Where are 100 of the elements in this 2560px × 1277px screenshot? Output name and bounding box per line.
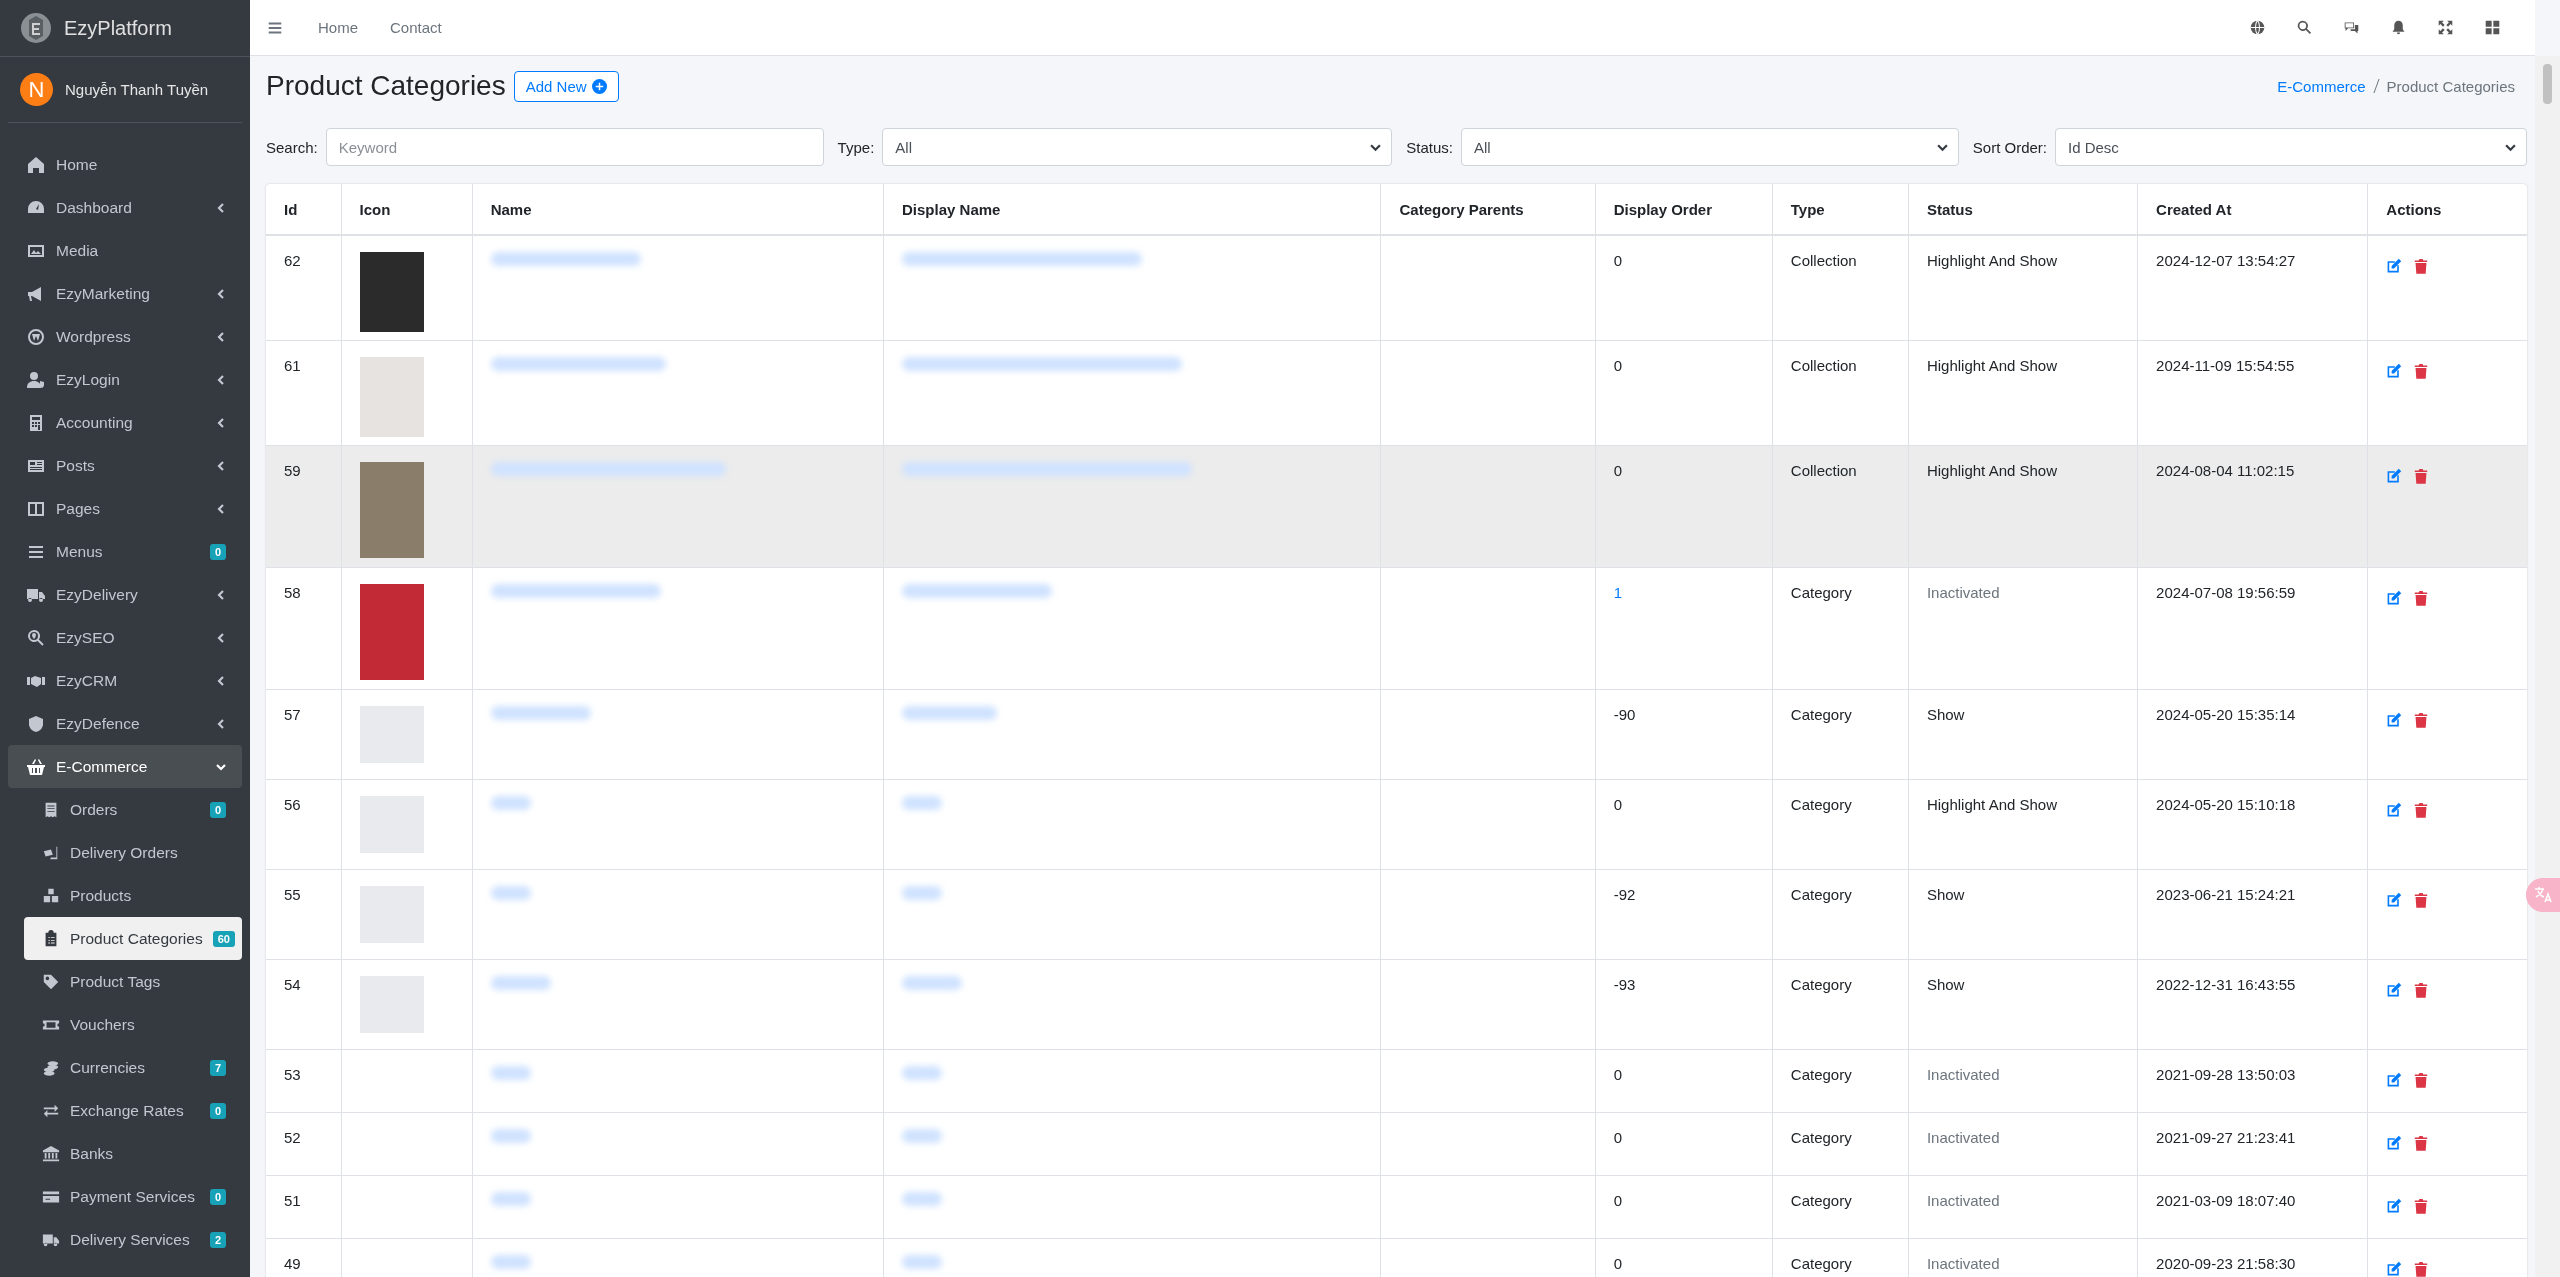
table-cell: 2021-03-09 18:07:40	[2137, 1175, 2368, 1238]
table-row[interactable]: 61 0 Collection Highlight And Show 2024-11-09 15:54:55	[266, 340, 2527, 445]
sidebar-item[interactable]: Pages	[8, 487, 242, 530]
table-row[interactable]: 52 0 Category Inactivated 2021-09-27 21:23:41	[266, 1112, 2527, 1175]
edit-icon[interactable]	[2386, 467, 2403, 484]
trash-icon[interactable]	[2414, 711, 2429, 728]
edit-icon[interactable]	[2386, 891, 2403, 908]
edit-icon[interactable]	[2386, 1071, 2403, 1088]
sidebar-item[interactable]: Home	[8, 143, 242, 186]
sidebar-item[interactable]: Posts	[8, 444, 242, 487]
caret-icon	[216, 632, 226, 643]
column-header: Id	[266, 184, 342, 235]
trash-icon[interactable]	[2414, 1197, 2429, 1214]
edit-icon[interactable]	[2386, 1197, 2403, 1214]
table-cell: -92	[1595, 869, 1773, 959]
filter-label: Status:	[1406, 138, 1453, 156]
sidebar-subitem[interactable]: Banks	[24, 1132, 242, 1175]
user-name[interactable]: Nguyễn Thanh Tuyền	[65, 81, 209, 98]
bell-icon[interactable]	[2390, 19, 2407, 36]
table-cell: 62	[266, 235, 342, 340]
select-field[interactable]: All	[1460, 128, 1959, 166]
sidebar-subitem[interactable]: Delivery Orders	[24, 831, 242, 874]
sidebar-subitem[interactable]: Payment Services 0	[24, 1175, 242, 1218]
sidebar-item[interactable]: EzyCRM	[8, 659, 242, 702]
trash-icon[interactable]	[2414, 1260, 2429, 1277]
table-cell: 2024-11-09 15:54:55	[2137, 340, 2368, 445]
trash-icon[interactable]	[2414, 1134, 2429, 1151]
sidebar-item[interactable]: Media	[8, 229, 242, 272]
sidebar-subitem[interactable]: Orders 0	[24, 788, 242, 831]
nav-link[interactable]: Contact	[374, 19, 458, 36]
table-row[interactable]: 57 -90 Category Show 2024-05-20 15:35:14	[266, 689, 2527, 779]
sidebar-item[interactable]: Menus 0	[8, 530, 242, 573]
sidebar-subitem[interactable]: Product Categories 60	[24, 917, 242, 960]
sidebar-subitem[interactable]: Exchange Rates 0	[24, 1089, 242, 1132]
caret-icon	[216, 589, 226, 600]
sidebar-subitem[interactable]: Currencies 7	[24, 1046, 242, 1089]
search-field[interactable]: Keyword	[325, 128, 824, 166]
sidebar-subitem[interactable]: Products	[24, 874, 242, 917]
edit-icon[interactable]	[2386, 589, 2403, 606]
column-header: Status	[1908, 184, 2138, 235]
table-cell: 49	[266, 1238, 342, 1277]
trash-icon[interactable]	[2414, 362, 2429, 379]
sidebar-item[interactable]: EzyDelivery	[8, 573, 242, 616]
edit-icon[interactable]	[2386, 1260, 2403, 1277]
table-cell: Collection	[1772, 445, 1909, 567]
table-row[interactable]: 51 0 Category Inactivated 2021-03-09 18:07:40	[266, 1175, 2527, 1238]
count-badge: 2	[209, 1231, 226, 1248]
table-row[interactable]: 62 0 Collection Highlight And Show 2024-12-07 13:54:27	[266, 235, 2527, 340]
grid-icon[interactable]	[2484, 19, 2501, 36]
select-field[interactable]: Id Desc	[2055, 128, 2527, 166]
edit-icon[interactable]	[2386, 258, 2403, 274]
breadcrumb-current: Product Categories	[2386, 77, 2515, 95]
sidebar-item[interactable]: Accounting	[8, 401, 242, 444]
caret-icon	[216, 288, 226, 299]
filter-label: Search:	[266, 138, 318, 156]
table-row[interactable]: 56 0 Category Highlight And Show 2024-05-20 15:10:18	[266, 779, 2527, 869]
edit-icon[interactable]	[2386, 981, 2403, 998]
table-cell: Inactivated	[1908, 567, 2138, 689]
edit-icon[interactable]	[2386, 1134, 2403, 1151]
sidebar-item[interactable]: EzyDefence	[8, 702, 242, 745]
table-row[interactable]: 49 0 Category Inactivated 2020-09-23 21:58:30	[266, 1238, 2527, 1277]
sidebar-item[interactable]: E-Commerce	[8, 745, 242, 788]
table-row[interactable]: 58 1 Category Inactivated 2024-07-08 19:56:59	[266, 567, 2527, 689]
scrollbar[interactable]	[2535, 56, 2560, 1277]
sidebar-subitem[interactable]: Vouchers	[24, 1003, 242, 1046]
table-cell: 0	[1595, 1238, 1773, 1277]
trash-icon[interactable]	[2414, 1071, 2429, 1088]
add-new-button[interactable]: Add New	[513, 70, 619, 102]
trash-icon[interactable]	[2414, 589, 2429, 606]
search-icon[interactable]	[2296, 19, 2313, 36]
trash-icon[interactable]	[2414, 891, 2429, 908]
expand-icon[interactable]	[2437, 19, 2454, 36]
edit-icon[interactable]	[2386, 801, 2403, 818]
table-cell: 2021-09-28 13:50:03	[2137, 1049, 2368, 1112]
select-field[interactable]: All	[882, 128, 1393, 166]
sidebar-item[interactable]: EzyLogin	[8, 358, 242, 401]
filter-label: Type:	[837, 138, 875, 156]
magnifier-icon	[26, 627, 46, 648]
caret-icon	[216, 460, 226, 471]
trash-icon[interactable]	[2414, 258, 2429, 274]
table-row[interactable]: 55 -92 Category Show 2023-06-21 15:24:21	[266, 869, 2527, 959]
sidebar-item[interactable]: EzyMarketing	[8, 272, 242, 315]
globe-icon[interactable]	[2249, 19, 2266, 36]
edit-icon[interactable]	[2386, 362, 2403, 379]
sidebar-item[interactable]: EzySEO	[8, 616, 242, 659]
sidebar-subitem[interactable]: Product Tags	[24, 960, 242, 1003]
breadcrumb-link[interactable]: E-Commerce	[2277, 77, 2366, 95]
table-row[interactable]: 54 -93 Category Show 2022-12-31 16:43:55	[266, 959, 2527, 1049]
sidebar-subitem[interactable]: Delivery Services 2	[24, 1218, 242, 1261]
table-cell: 2024-12-07 13:54:27	[2137, 235, 2368, 340]
trash-icon[interactable]	[2414, 981, 2429, 998]
sidebar-item[interactable]: Wordpress	[8, 315, 242, 358]
nav-link[interactable]: Home	[302, 19, 374, 36]
edit-icon[interactable]	[2386, 711, 2403, 728]
table-cell: 59	[266, 445, 342, 567]
trash-icon[interactable]	[2414, 467, 2429, 484]
trash-icon[interactable]	[2414, 801, 2429, 818]
table-row[interactable]: 59 0 Collection Highlight And Show 2024-08-04 11:02:15	[266, 445, 2527, 567]
table-row[interactable]: 53 0 Category Inactivated 2021-09-28 13:50:03	[266, 1049, 2527, 1112]
sidebar-item[interactable]: Dashboard	[8, 186, 242, 229]
